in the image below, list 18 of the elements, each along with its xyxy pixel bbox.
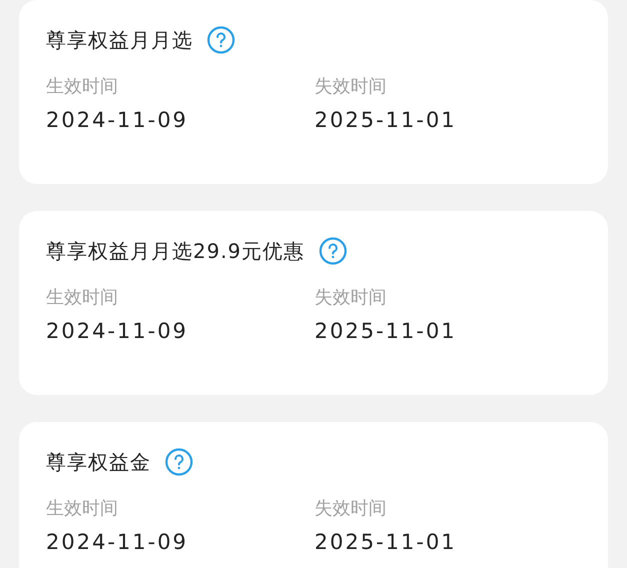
start-date: 2024-11-09 bbox=[46, 529, 188, 556]
end-label: 失效时间 bbox=[314, 75, 386, 99]
end-date: 2025-11-01 bbox=[314, 529, 457, 556]
start-date: 2024-11-09 bbox=[46, 318, 188, 345]
benefit-title: 尊享权益金 bbox=[46, 449, 151, 476]
end-date: 2025-11-01 bbox=[314, 318, 457, 345]
help-icon[interactable] bbox=[165, 448, 193, 476]
help-icon[interactable] bbox=[207, 26, 235, 54]
end-label: 失效时间 bbox=[314, 497, 386, 521]
benefit-title: 尊享权益月月选 bbox=[46, 27, 193, 54]
help-icon[interactable] bbox=[318, 237, 347, 265]
benefit-title: 尊享权益月月选29.9元优惠 bbox=[46, 238, 305, 265]
start-label: 生效时间 bbox=[46, 75, 118, 99]
end-label: 失效时间 bbox=[314, 286, 386, 310]
end-date: 2025-11-01 bbox=[314, 107, 457, 134]
start-date: 2024-11-09 bbox=[46, 107, 188, 134]
start-label: 生效时间 bbox=[46, 497, 118, 521]
start-label: 生效时间 bbox=[46, 286, 118, 310]
